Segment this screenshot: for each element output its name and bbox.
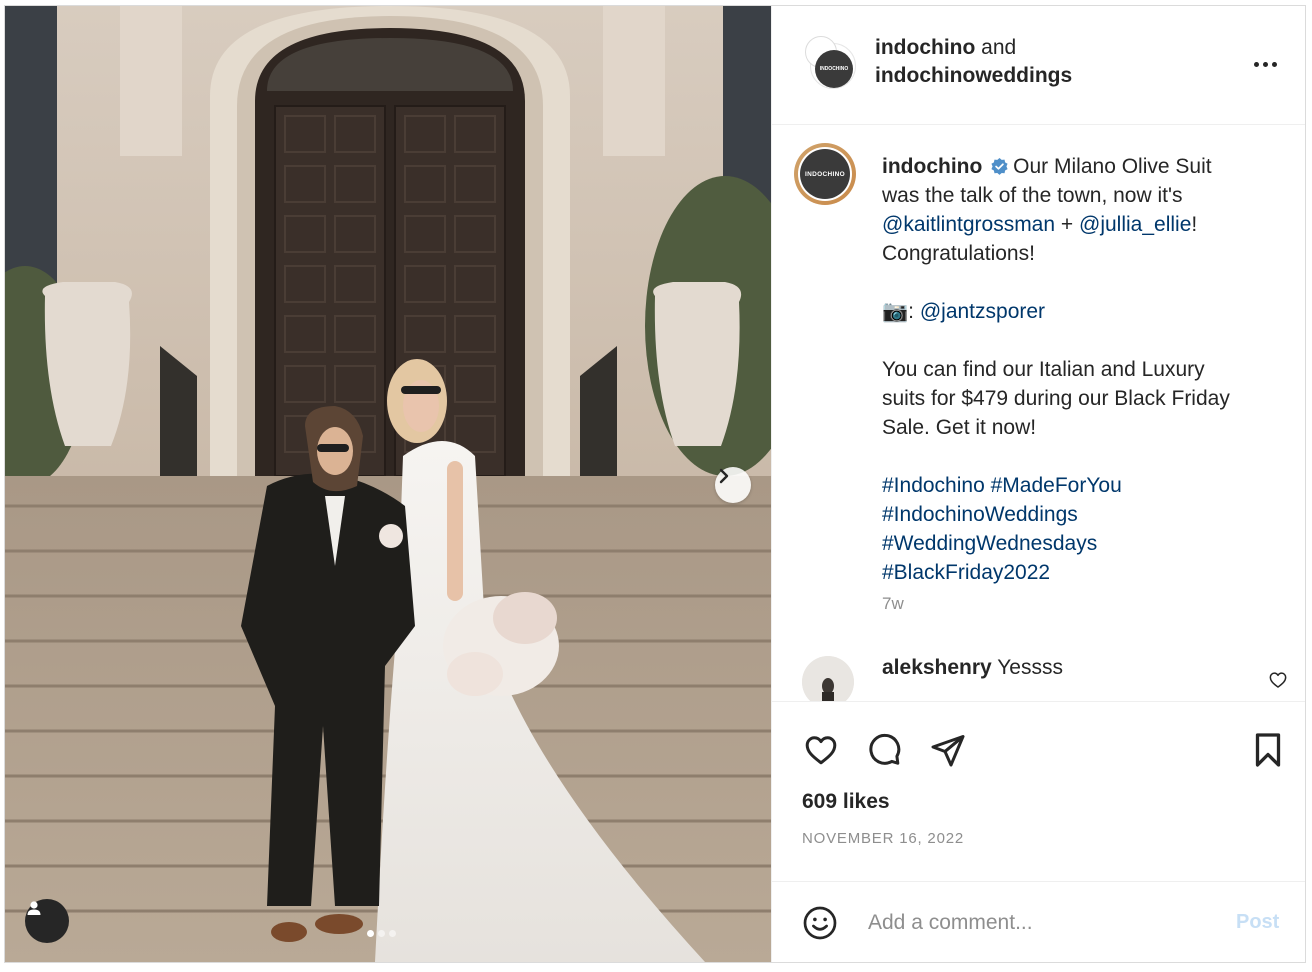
congrats-text: Congratulations! bbox=[882, 242, 1035, 265]
sale-text: You can find our Italian and Luxury suit… bbox=[882, 358, 1230, 439]
account-link-primary[interactable]: indochino bbox=[875, 36, 975, 59]
comment-text: Yessss bbox=[997, 656, 1063, 679]
post-comment-button[interactable]: Post bbox=[1236, 911, 1279, 934]
carousel-next-button[interactable] bbox=[715, 467, 751, 503]
post-header: INDOCHINO indochino and indochinowedding… bbox=[772, 6, 1305, 125]
post-sidebar: INDOCHINO indochino and indochinowedding… bbox=[771, 6, 1305, 962]
exclaim-text: ! bbox=[1191, 213, 1198, 236]
ellipsis-icon bbox=[1262, 61, 1268, 67]
post-caption: indochino Our Milano Olive Suit was the … bbox=[882, 152, 1242, 587]
verified-badge-icon bbox=[991, 157, 1008, 175]
photographer-link[interactable]: @jantzsporer bbox=[920, 300, 1045, 323]
account-link-secondary[interactable]: indochinoweddings bbox=[875, 64, 1072, 87]
post-frame: INDOCHINO indochino and indochinowedding… bbox=[4, 5, 1306, 963]
caption-timestamp[interactable]: 7w bbox=[882, 594, 904, 614]
comment-input[interactable] bbox=[866, 906, 1200, 940]
paper-plane-icon[interactable] bbox=[930, 732, 966, 768]
chevron-right-icon bbox=[719, 468, 729, 484]
mention-link[interactable]: @kaitlintgrossman bbox=[882, 213, 1055, 236]
post-actions: 609 likes NOVEMBER 16, 2022 bbox=[772, 701, 1305, 882]
carousel-dot-active bbox=[367, 930, 374, 937]
carousel-dot bbox=[378, 930, 385, 937]
colon-text: : bbox=[908, 300, 914, 323]
hashtag-link[interactable]: #IndochinoWeddings bbox=[882, 503, 1078, 526]
collab-avatars[interactable]: INDOCHINO bbox=[805, 36, 856, 89]
mention-link[interactable]: @jullia_ellie bbox=[1079, 213, 1191, 236]
comment-item: alekshenry Yessss bbox=[882, 656, 1063, 680]
likes-count[interactable]: 609 likes bbox=[802, 790, 890, 814]
avatar-logo: INDOCHINO bbox=[800, 149, 850, 199]
ellipsis-icon bbox=[1253, 61, 1259, 67]
hashtag-link[interactable]: #WeddingWednesdays bbox=[882, 532, 1097, 555]
camera-icon: 📷 bbox=[882, 300, 909, 323]
ellipsis-icon bbox=[1271, 61, 1277, 67]
heart-icon[interactable] bbox=[1268, 670, 1288, 690]
hashtag-link[interactable]: #BlackFriday2022 bbox=[882, 561, 1050, 584]
caption-username[interactable]: indochino bbox=[882, 155, 982, 178]
comment-username[interactable]: alekshenry bbox=[882, 656, 992, 679]
add-comment-bar: Post bbox=[772, 881, 1305, 962]
user-tag-icon bbox=[27, 901, 41, 915]
joiner-text: and bbox=[981, 36, 1017, 59]
comment-bubble-icon[interactable] bbox=[866, 732, 902, 768]
caption-avatar[interactable]: INDOCHINO bbox=[794, 143, 856, 205]
carousel-indicator bbox=[367, 930, 396, 937]
more-options-button[interactable] bbox=[1250, 56, 1280, 72]
user-tags-button[interactable] bbox=[25, 899, 69, 943]
collab-accounts: indochino and indochinoweddings bbox=[875, 34, 1072, 90]
plus-text: + bbox=[1060, 213, 1074, 236]
carousel-dot bbox=[389, 930, 396, 937]
hashtag-link[interactable]: #MadeForYou bbox=[991, 474, 1122, 497]
heart-icon[interactable] bbox=[802, 732, 840, 768]
wedding-photo bbox=[5, 6, 771, 962]
post-date: NOVEMBER 16, 2022 bbox=[802, 830, 965, 847]
smiley-icon[interactable] bbox=[802, 905, 838, 941]
bookmark-icon[interactable] bbox=[1252, 732, 1284, 768]
avatar-indochino: INDOCHINO bbox=[815, 50, 853, 88]
avatar-ring: INDOCHINO bbox=[798, 147, 852, 201]
hashtag-link[interactable]: #Indochino bbox=[882, 474, 985, 497]
post-photo[interactable] bbox=[5, 6, 771, 962]
